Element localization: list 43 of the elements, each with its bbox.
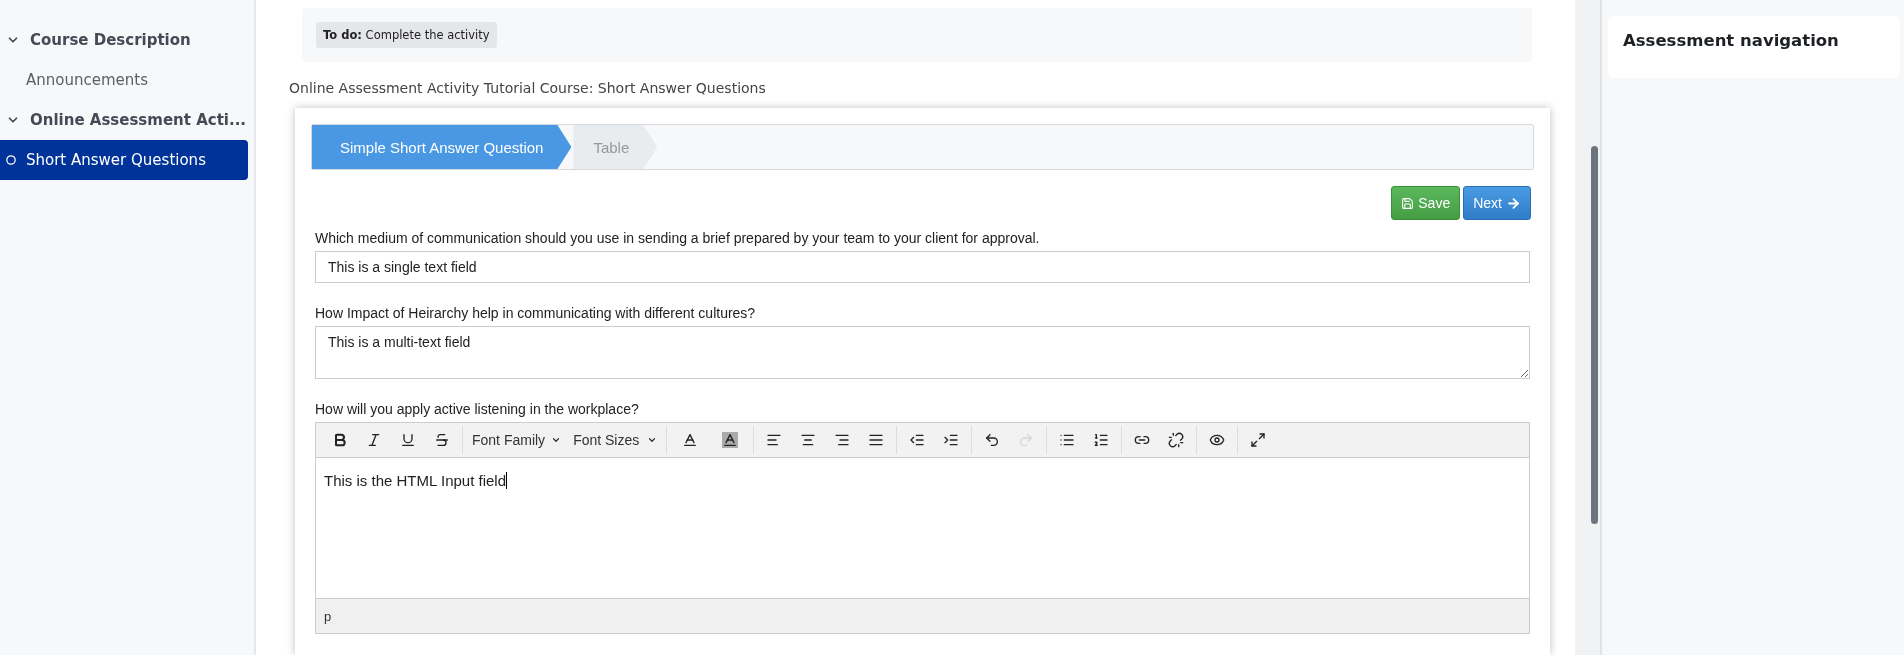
sidebar-item[interactable]: Short Answer Questions [0, 140, 248, 180]
font-dropdown[interactable]: Font Family [466, 426, 568, 454]
align-right-icon [834, 432, 851, 448]
strikethrough-icon [434, 432, 450, 448]
sidebar-item[interactable]: Announcements [0, 60, 248, 100]
arrow-icon [1506, 195, 1521, 211]
numbered-list-icon [1093, 432, 1110, 448]
scrollbar-thumb[interactable] [1591, 146, 1598, 524]
font-dropdown[interactable]: Font Sizes [567, 426, 664, 454]
bullet-list-icon [1059, 432, 1076, 448]
sidebar-item[interactable]: Course Description [0, 20, 248, 60]
align-left-icon [766, 432, 783, 448]
todo-badge: To do: Complete the activity [316, 22, 497, 48]
next-button[interactable]: Next [1463, 186, 1531, 220]
italic-icon [366, 432, 382, 448]
eye-icon [1209, 432, 1226, 448]
editor-content[interactable]: This is the HTML Input field [324, 472, 507, 489]
assessment-navigation-title: Assessment navigation [1608, 16, 1900, 78]
rich-text-editor[interactable]: Font Family Font Sizes This is the HTML Input field p [315, 422, 1530, 634]
text-input[interactable]: This is a single text field [315, 251, 1530, 283]
outdent-icon [909, 432, 926, 448]
page-title: Online Assessment Activity Tutorial Course: Short Answer Questions [289, 80, 767, 96]
undo-icon [984, 432, 1001, 448]
caret-icon [551, 435, 562, 445]
circle-icon [6, 155, 16, 165]
indent-icon [943, 432, 960, 448]
unlink-icon [1168, 432, 1185, 448]
question-text: Which medium of communication should you use in sending a brief prepared by your team to your client for approval. [315, 230, 1041, 246]
text-color-icon [682, 432, 699, 448]
fullscreen-icon [1250, 432, 1267, 448]
save-icon [1401, 196, 1415, 210]
bold-icon [332, 432, 348, 448]
caret-icon [647, 435, 658, 445]
highlight-color-icon [722, 432, 739, 448]
sidebar-item[interactable]: Online Assessment Acti... [0, 100, 248, 140]
question-text: How Impact of Heirarchy help in communicating with different cultures? [315, 305, 757, 321]
align-justify-icon [868, 432, 885, 448]
element-path[interactable]: p [324, 608, 332, 624]
redo-icon [1018, 432, 1035, 448]
textarea-input[interactable]: This is a multi-text field [315, 326, 1530, 379]
question-text: How will you apply active listening in the workplace? [315, 401, 640, 417]
align-center-icon [800, 432, 817, 448]
underline-icon [400, 432, 416, 448]
